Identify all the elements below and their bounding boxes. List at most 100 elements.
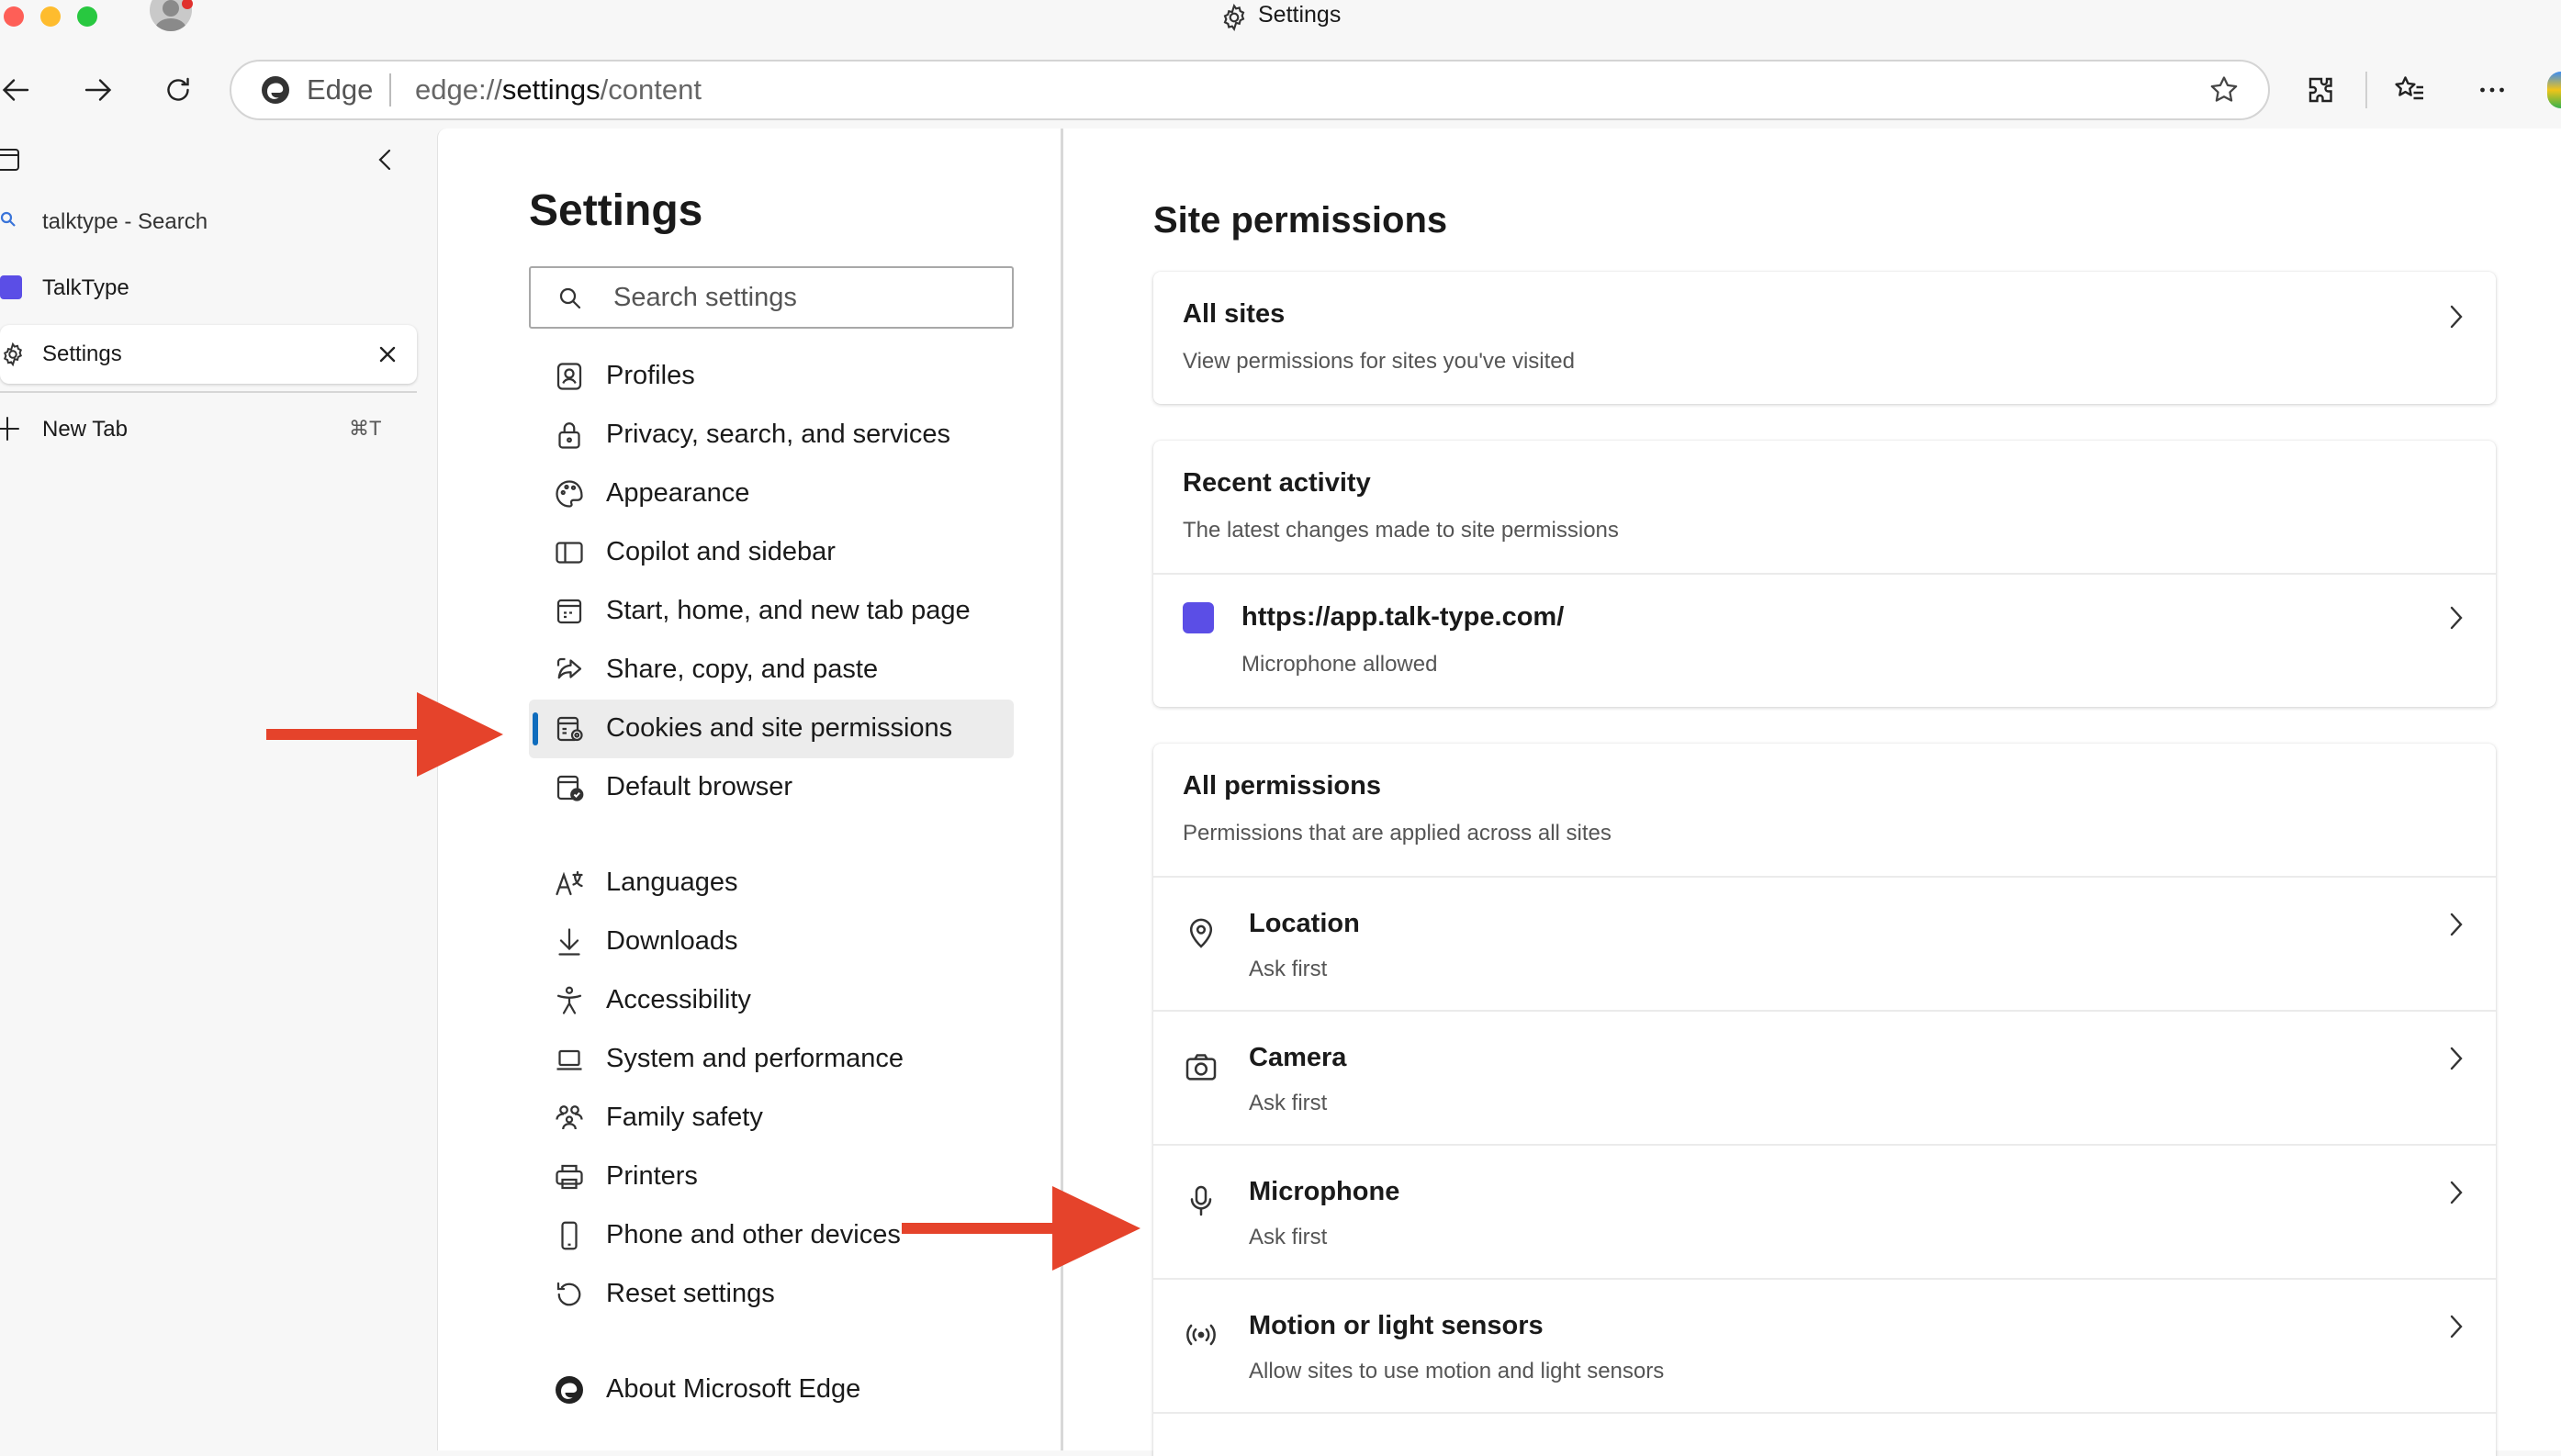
printer-icon xyxy=(553,1160,586,1193)
search-icon xyxy=(556,285,584,312)
favorites-icon[interactable] xyxy=(2393,73,2426,106)
chevron-right-icon xyxy=(2446,301,2466,332)
nav-label: Languages xyxy=(606,868,738,897)
microphone-icon xyxy=(1183,1182,1219,1219)
annotation-arrow-cookies xyxy=(266,692,503,777)
permission-row-next-partial[interactable] xyxy=(1153,1412,2496,1456)
recent-site-row[interactable]: https://app.talk-type.com/ Microphone al… xyxy=(1153,573,2496,707)
recent-activity-subtitle: The latest changes made to site permissi… xyxy=(1183,518,1619,543)
nav-default-browser[interactable]: Default browser xyxy=(529,758,1014,817)
chevron-right-icon xyxy=(2446,1177,2466,1208)
download-icon xyxy=(553,925,586,958)
chevron-right-icon xyxy=(2446,602,2466,633)
forward-arrow-icon[interactable] xyxy=(81,73,114,106)
phone-icon xyxy=(553,1219,586,1252)
gear-icon xyxy=(0,340,26,369)
chevron-right-icon xyxy=(2446,1043,2466,1074)
nav-label: Printers xyxy=(606,1161,698,1191)
nav-family-safety[interactable]: Family safety xyxy=(529,1089,1014,1148)
family-icon xyxy=(553,1102,586,1135)
tab-actions-icon[interactable] xyxy=(0,147,22,173)
extensions-icon[interactable] xyxy=(2305,73,2338,106)
nav-copilot-sidebar[interactable]: Copilot and sidebar xyxy=(529,523,1014,582)
permission-title: Microphone xyxy=(1249,1177,1400,1206)
address-bar-separator xyxy=(389,73,391,106)
nav-label: Default browser xyxy=(606,772,793,801)
nav-profiles[interactable]: Profiles xyxy=(529,347,1014,406)
cookies-icon xyxy=(553,712,586,745)
tab-label: talktype - Search xyxy=(42,209,208,234)
nav-accessibility[interactable]: Accessibility xyxy=(529,971,1014,1030)
permission-row-location[interactable]: Location Ask first xyxy=(1153,876,2496,1010)
gear-icon xyxy=(1219,3,1249,32)
search-settings-input[interactable] xyxy=(613,268,999,327)
nav-appearance[interactable]: Appearance xyxy=(529,465,1014,523)
sidebar-icon xyxy=(553,536,586,569)
refresh-icon[interactable] xyxy=(162,73,195,106)
permission-title: Location xyxy=(1249,909,1360,938)
nav-start-home-newtab[interactable]: Start, home, and new tab page xyxy=(529,582,1014,641)
nav-downloads[interactable]: Downloads xyxy=(529,913,1014,971)
all-permissions-subtitle: Permissions that are applied across all … xyxy=(1183,821,1612,846)
permission-title: Motion or light sensors xyxy=(1249,1311,1544,1340)
lock-icon xyxy=(553,419,586,452)
new-tab-button[interactable]: New Tab ⌘T xyxy=(0,400,417,459)
permission-status: Ask first xyxy=(1249,1225,1328,1249)
all-sites-subtitle: View permissions for sites you've visite… xyxy=(1183,349,1575,374)
nav-label: Copilot and sidebar xyxy=(606,537,836,566)
nav-label: Cookies and site permissions xyxy=(606,713,953,743)
permission-row-camera[interactable]: Camera Ask first xyxy=(1153,1010,2496,1144)
close-tab-icon[interactable] xyxy=(376,343,399,365)
nav-label: Start, home, and new tab page xyxy=(606,596,971,625)
back-arrow-icon[interactable] xyxy=(0,73,33,106)
nav-system-performance[interactable]: System and performance xyxy=(529,1030,1014,1089)
chevron-right-icon xyxy=(2446,1311,2466,1342)
more-options-icon[interactable] xyxy=(2476,73,2509,106)
favorite-star-icon[interactable] xyxy=(2207,73,2241,106)
all-sites-title: All sites xyxy=(1183,299,1286,329)
nav-about-edge[interactable]: About Microsoft Edge xyxy=(529,1361,1014,1419)
tab-label: TalkType xyxy=(42,275,129,300)
title-bar: Settings xyxy=(0,0,2561,37)
tab-label: Settings xyxy=(42,342,122,366)
nav-privacy[interactable]: Privacy, search, and services xyxy=(529,406,1014,465)
profile-icon xyxy=(553,360,586,393)
recent-activity-card: Recent activity The latest changes made … xyxy=(1153,441,2496,707)
permission-row-motion-sensors[interactable]: Motion or light sensors Allow sites to u… xyxy=(1153,1278,2496,1412)
permission-status: Ask first xyxy=(1249,957,1328,981)
search-settings-box[interactable] xyxy=(529,266,1014,329)
toolbar-separator xyxy=(2365,72,2367,108)
permission-row-microphone[interactable]: Microphone Ask first xyxy=(1153,1144,2496,1278)
collapse-tabs-chevron-icon[interactable] xyxy=(375,145,397,174)
close-window-button[interactable] xyxy=(4,6,24,27)
maximize-window-button[interactable] xyxy=(77,6,97,27)
tab-talktype[interactable]: TalkType xyxy=(0,257,417,316)
permission-title: Camera xyxy=(1249,1043,1347,1072)
search-icon xyxy=(0,211,18,230)
nav-label: Reset settings xyxy=(606,1279,775,1308)
recent-site-url: https://app.talk-type.com/ xyxy=(1241,602,1565,632)
sensors-icon xyxy=(1183,1316,1219,1353)
address-bar-brand: Edge xyxy=(307,73,374,106)
copilot-icon[interactable] xyxy=(2547,72,2561,108)
nav-label: Phone and other devices xyxy=(606,1220,901,1249)
tab-divider xyxy=(0,391,417,393)
nav-languages[interactable]: Languages xyxy=(529,854,1014,913)
nav-cookies-site-permissions[interactable]: Cookies and site permissions xyxy=(529,700,1014,758)
nav-share-copy-paste[interactable]: Share, copy, and paste xyxy=(529,641,1014,700)
home-page-icon xyxy=(553,595,586,628)
tab-settings[interactable]: Settings xyxy=(0,325,417,384)
tab-talktype-search[interactable]: talktype - Search xyxy=(0,191,417,250)
edge-logo-icon xyxy=(553,1373,586,1406)
nav-label: Appearance xyxy=(606,478,750,508)
minimize-window-button[interactable] xyxy=(40,6,61,27)
all-permissions-title: All permissions xyxy=(1183,771,1381,801)
default-browser-icon xyxy=(553,771,586,804)
all-sites-card[interactable]: All sites View permissions for sites you… xyxy=(1153,272,2496,404)
recent-activity-title: Recent activity xyxy=(1183,468,1371,498)
address-bar-url[interactable]: edge://settings/content xyxy=(415,73,702,106)
nav-label: Share, copy, and paste xyxy=(606,655,879,684)
location-icon xyxy=(1183,914,1219,951)
annotation-arrow-microphone xyxy=(902,1186,1140,1271)
reset-icon xyxy=(553,1278,586,1311)
